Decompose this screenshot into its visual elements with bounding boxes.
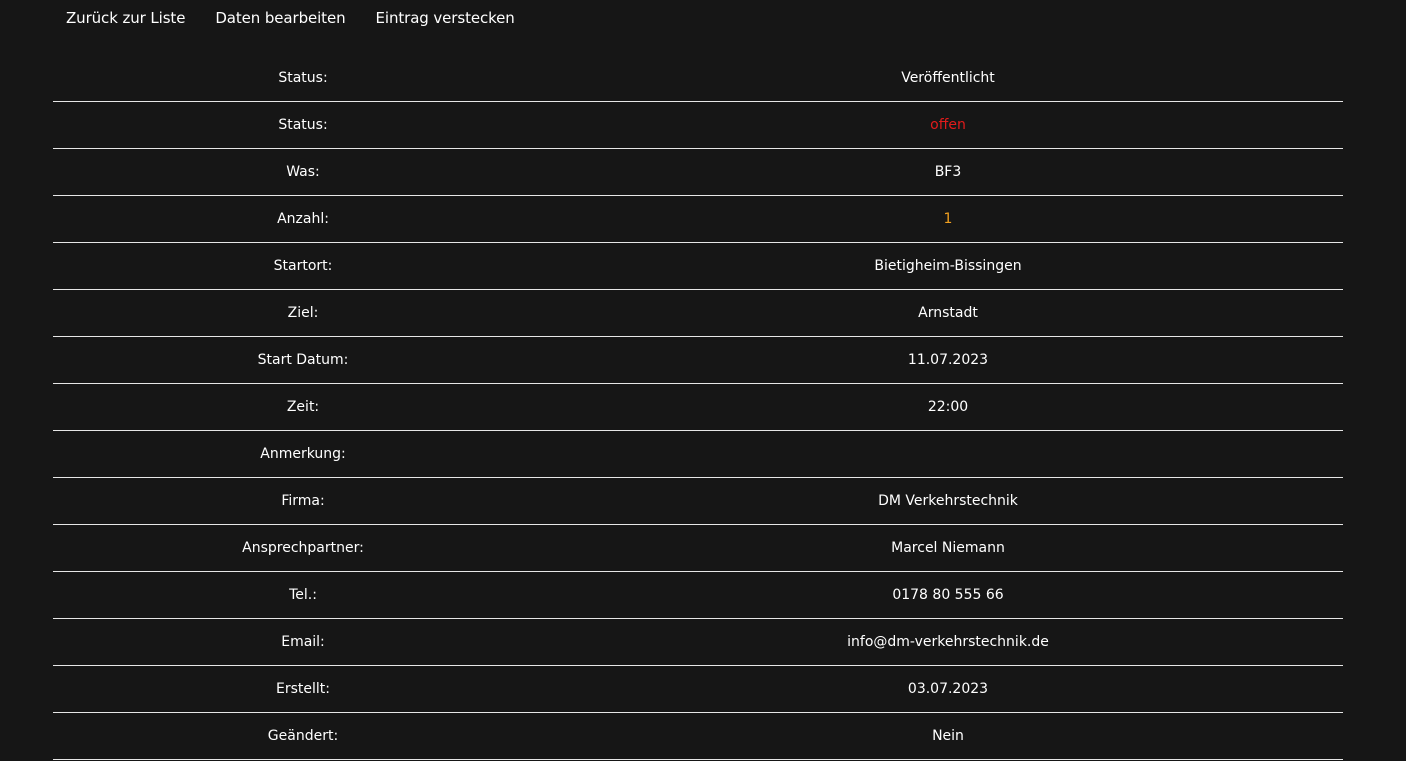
publish-status-value: Veröffentlicht [553,55,1343,102]
row-zeit: Zeit: 22:00 [53,383,1343,431]
was-value: BF3 [553,148,1343,196]
zeit-value: 22:00 [553,383,1343,431]
ansprechpartner-value: Marcel Niemann [553,524,1343,572]
firma-label: Firma: [53,477,553,525]
row-email: Email: info@dm-verkehrstechnik.de [53,618,1343,666]
row-was: Was: BF3 [53,148,1343,196]
edit-data-link[interactable]: Daten bearbeiten [215,9,345,27]
ziel-value: Arnstadt [553,289,1343,337]
tel-value: 0178 80 555 66 [553,571,1343,619]
status-value: offen [553,101,1343,149]
publish-status-label: Status: [53,55,553,102]
row-ansprechpartner: Ansprechpartner: Marcel Niemann [53,524,1343,572]
geaendert-label: Geändert: [53,712,553,760]
anzahl-label: Anzahl: [53,195,553,243]
firma-value: DM Verkehrstechnik [553,477,1343,525]
start-datum-label: Start Datum: [53,336,553,384]
top-navigation: Zurück zur Liste Daten bearbeiten Eintra… [0,0,545,36]
detail-table: Status: Veröffentlicht Status: offen Was… [53,55,1343,760]
row-erstellt: Erstellt: 03.07.2023 [53,665,1343,713]
email-label: Email: [53,618,553,666]
row-firma: Firma: DM Verkehrstechnik [53,477,1343,525]
tel-label: Tel.: [53,571,553,619]
start-datum-value: 11.07.2023 [553,336,1343,384]
hide-entry-link[interactable]: Eintrag verstecken [376,9,515,27]
ziel-label: Ziel: [53,289,553,337]
erstellt-label: Erstellt: [53,665,553,713]
status-label: Status: [53,101,553,149]
anzahl-value: 1 [553,195,1343,243]
row-publish-status: Status: Veröffentlicht [53,55,1343,102]
row-ziel: Ziel: Arnstadt [53,289,1343,337]
anmerkung-value [553,430,1343,478]
row-start-datum: Start Datum: 11.07.2023 [53,336,1343,384]
ansprechpartner-label: Ansprechpartner: [53,524,553,572]
row-startort: Startort: Bietigheim-Bissingen [53,242,1343,290]
anmerkung-label: Anmerkung: [53,430,553,478]
startort-value: Bietigheim-Bissingen [553,242,1343,290]
zeit-label: Zeit: [53,383,553,431]
row-anzahl: Anzahl: 1 [53,195,1343,243]
row-status: Status: offen [53,101,1343,149]
was-label: Was: [53,148,553,196]
geaendert-value: Nein [553,712,1343,760]
erstellt-value: 03.07.2023 [553,665,1343,713]
row-geaendert: Geändert: Nein [53,712,1343,760]
startort-label: Startort: [53,242,553,290]
back-to-list-link[interactable]: Zurück zur Liste [66,9,185,27]
email-value: info@dm-verkehrstechnik.de [553,618,1343,666]
row-tel: Tel.: 0178 80 555 66 [53,571,1343,619]
row-anmerkung: Anmerkung: [53,430,1343,478]
